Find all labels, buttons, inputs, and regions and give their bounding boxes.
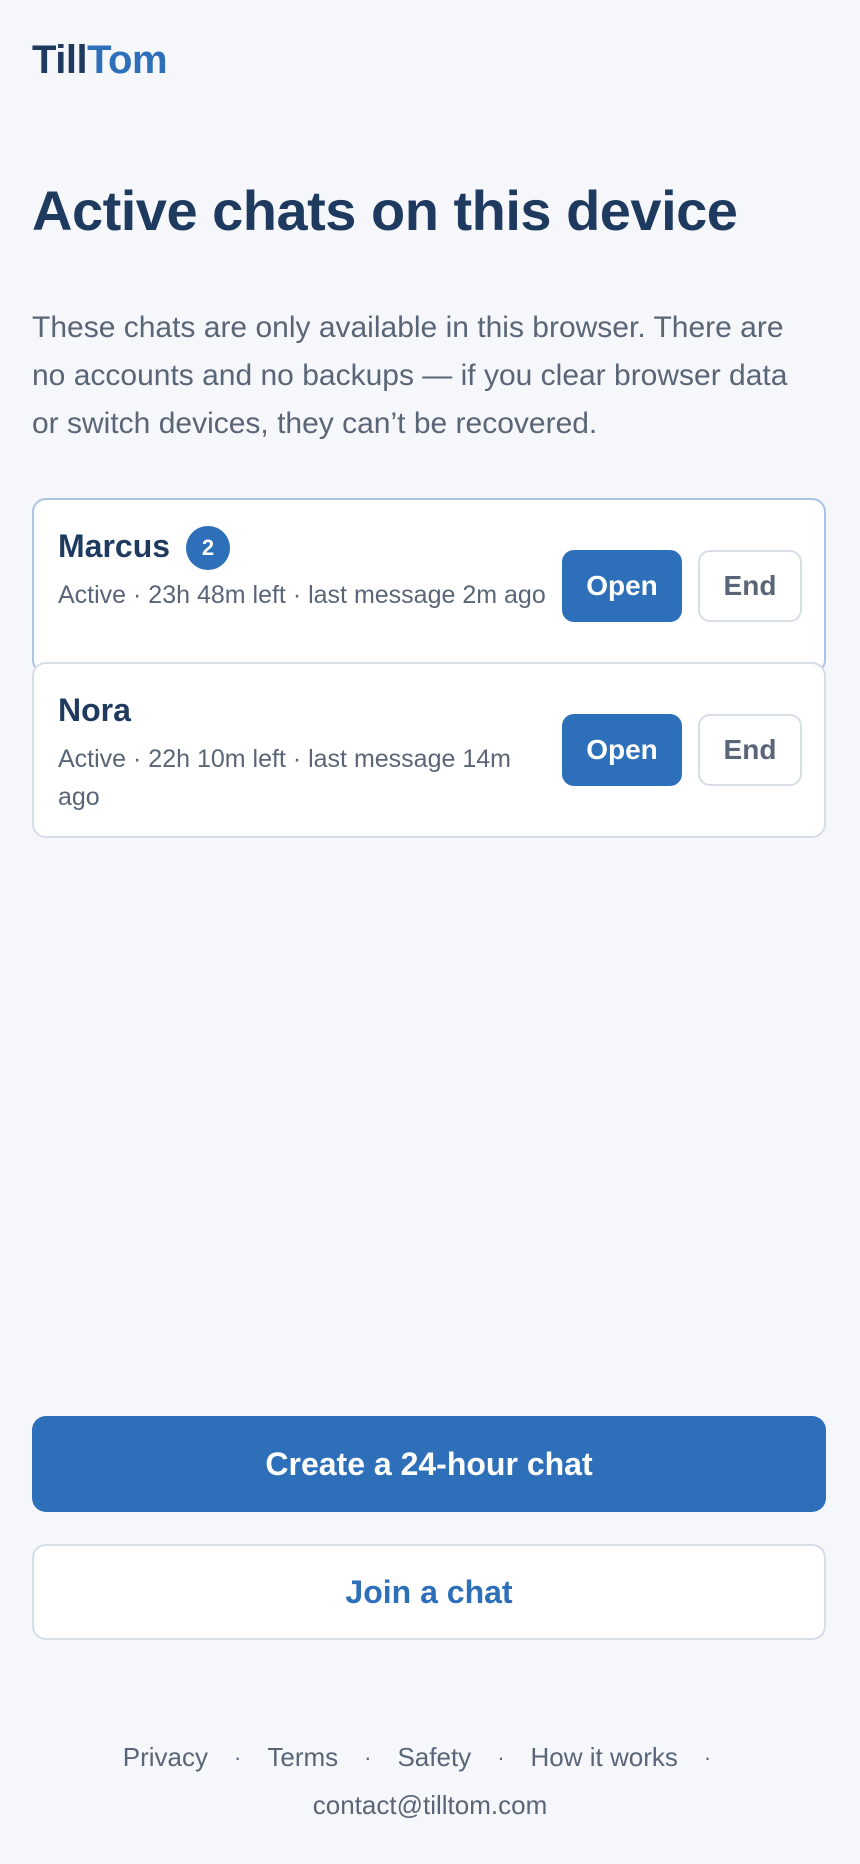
footer-email: contact@tilltom.com (0, 1790, 860, 1821)
open-chat-button[interactable]: Open (562, 714, 682, 786)
footer-links: Privacy · Terms · Safety · How it works … (0, 1742, 860, 1773)
chat-card-marcus: Marcus 2 Active · 23h 48m left · last me… (32, 498, 826, 674)
end-chat-button[interactable]: End (698, 550, 802, 622)
footer-link-safety[interactable]: Safety (397, 1742, 471, 1773)
footer-link-how-it-works[interactable]: How it works (531, 1742, 678, 1773)
footer-separator: · (497, 1744, 505, 1770)
footer-link-privacy[interactable]: Privacy (123, 1742, 208, 1773)
brand-logo-part2: Tom (87, 38, 168, 82)
page: TillTom Active chats on this device Thes… (0, 0, 860, 1864)
brand-logo-part1: Till (32, 38, 88, 82)
chat-meta: Active · 22h 10m left · last message 14m… (58, 745, 511, 811)
footer-separator: · (703, 1744, 712, 1770)
footer-separator: · (234, 1744, 242, 1770)
footer-separator: · (364, 1744, 372, 1770)
join-chat-button[interactable]: Join a chat (32, 1544, 826, 1640)
page-description: These chats are only available in this b… (32, 311, 788, 440)
create-chat-button[interactable]: Create a 24-hour chat (32, 1416, 826, 1512)
end-chat-button[interactable]: End (698, 714, 802, 786)
contact-email-link[interactable]: contact@tilltom.com (313, 1790, 547, 1820)
open-chat-button[interactable]: Open (562, 550, 682, 622)
chat-card-nora: Nora Active · 22h 10m left · last messag… (32, 662, 826, 838)
page-title: Active chats on this device (32, 179, 738, 242)
brand-logo[interactable]: TillTom (32, 38, 168, 83)
chat-name: Nora (58, 692, 131, 728)
chat-name: Marcus (58, 528, 171, 564)
unread-badge: 2 (186, 526, 230, 570)
chat-meta: Active · 23h 48m left · last message 2m … (58, 581, 546, 609)
footer-link-terms[interactable]: Terms (267, 1742, 338, 1773)
